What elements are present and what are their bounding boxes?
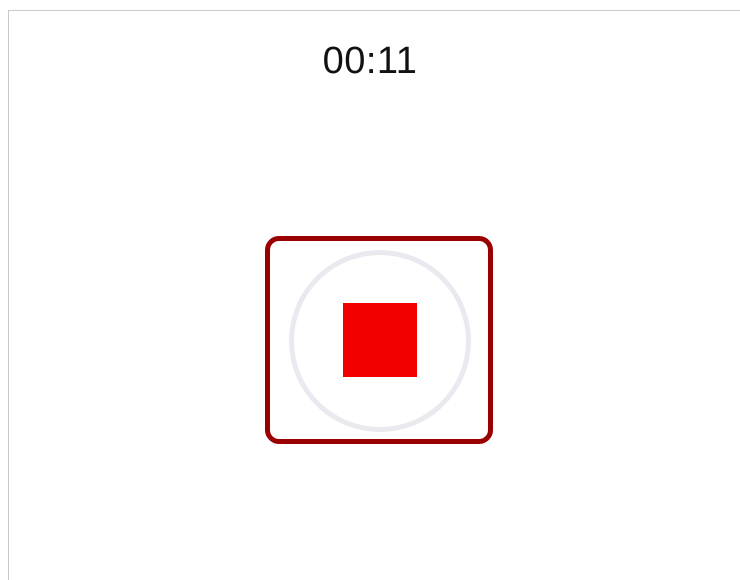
stop-square	[343, 303, 417, 377]
elapsed-time: 00:11	[322, 40, 418, 82]
stop-icon[interactable]	[343, 303, 417, 377]
